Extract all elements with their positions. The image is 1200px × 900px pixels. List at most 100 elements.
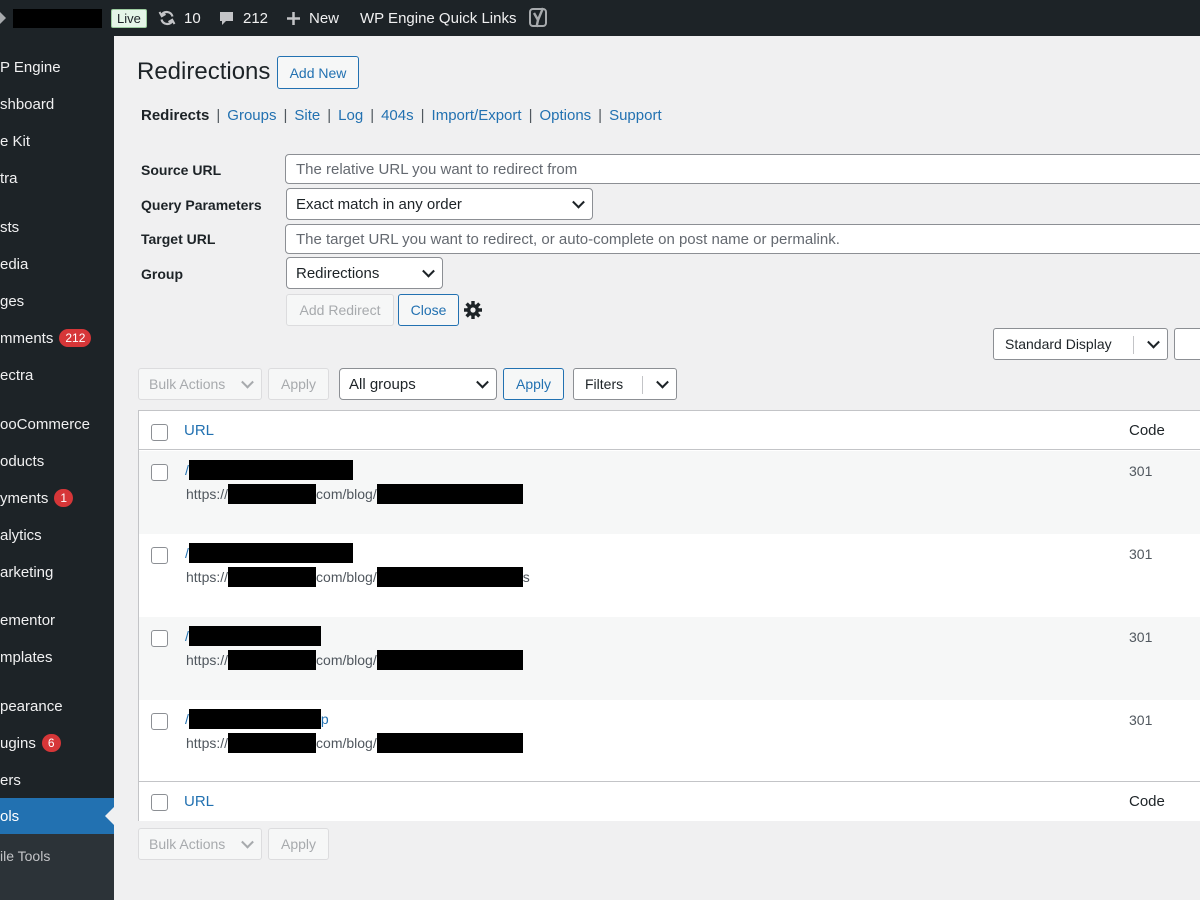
source-url-link[interactable]: / [185,543,353,563]
plugins-count-badge: 6 [41,734,61,752]
comments-menu[interactable]: 212 [218,0,268,36]
target-url-text: https://com/blog/ [186,650,523,670]
table-row[interactable]: / https://com/blog/ 301 [139,617,1200,700]
filter-apply-button[interactable]: Apply [503,368,564,400]
sidebar-item-products[interactable]: oducts [0,443,114,479]
subnav-groups[interactable]: Groups [227,107,276,124]
close-button[interactable]: Close [398,294,459,326]
column-code-footer: Code [1129,793,1165,810]
plus-icon [287,11,300,25]
source-url-link[interactable]: / p [185,709,329,729]
live-badge[interactable]: Live [111,0,147,36]
chevron-down-icon [476,375,489,389]
yoast-icon[interactable] [529,0,549,36]
row-checkbox[interactable] [151,713,168,730]
sidebar-item-woocommerce[interactable]: ooCommerce [0,406,114,442]
sidebar-item-plugins[interactable]: ugins 6 [0,725,114,761]
sidebar-item-elementor[interactable]: ementor [0,602,114,638]
target-url-input[interactable]: The target URL you want to redirect, or … [285,224,1200,254]
subnav-site[interactable]: Site [294,107,320,124]
target-url-text: https://com/blog/s [186,567,530,587]
redirect-code: 301 [1129,463,1153,479]
table-row[interactable]: / p https://com/blog/ 301 [139,700,1200,783]
submenu-item-available-tools[interactable]: ile Tools [0,848,50,864]
sidebar-item-payments[interactable]: yments 1 [0,480,114,516]
redacted-block [188,626,321,646]
source-url-link[interactable]: / [185,626,321,646]
page-title: Redirections [137,58,271,85]
redirect-code: 301 [1129,629,1153,645]
admin-sidebar: P Engine shboard e Kit tra sts edia ges … [0,36,114,900]
subnav-redirects[interactable]: Redirects [141,107,209,124]
wp-engine-quick-links[interactable]: WP Engine Quick Links [360,0,516,36]
sidebar-item-wp-engine[interactable]: P Engine [0,49,114,85]
source-url-link[interactable]: / [185,460,353,480]
sidebar-item-tools[interactable]: ols [0,798,114,834]
comment-bubble-icon [220,11,233,25]
subnav-404s[interactable]: 404s [381,107,414,124]
sidebar-item-analytics[interactable]: alytics [0,517,114,553]
new-content-menu[interactable]: New [286,0,339,36]
bulk-apply-button-bottom[interactable]: Apply [268,828,329,860]
current-menu-arrow [105,807,114,825]
chevron-down-icon [572,195,585,209]
groups-filter-select[interactable]: All groups [339,368,497,400]
redacted-block [376,650,523,670]
table-row[interactable]: / https://com/blog/ 301 [139,451,1200,534]
sidebar-item-users[interactable]: ers [0,762,114,798]
sidebar-item-comments[interactable]: mments 212 [0,320,114,356]
updates-menu[interactable]: 10 [158,0,201,36]
redacted-block [188,709,321,729]
sidebar-item-dashboard[interactable]: shboard [0,86,114,122]
redacted-block [228,484,317,504]
display-options-button[interactable] [1174,328,1200,360]
admin-bar: Live 10 212 New WP Engine Quick Links [0,0,1200,36]
table-footer: URL Code [139,781,1200,821]
bulk-actions-select-top[interactable]: Bulk Actions [138,368,262,400]
sidebar-item-appearance[interactable]: pearance [0,688,114,724]
redacted-block [376,567,523,587]
sidebar-item-media[interactable]: edia [0,246,114,282]
sidebar-item-posts[interactable]: sts [0,209,114,245]
sidebar-item-marketing[interactable]: arketing [0,554,114,590]
bulk-apply-button-top[interactable]: Apply [268,368,329,400]
table-row[interactable]: / https://com/blog/s 301 [139,534,1200,617]
select-all-checkbox[interactable] [151,424,168,441]
sidebar-item-spectra[interactable]: ectra [0,357,114,393]
subnav-log[interactable]: Log [338,107,363,124]
gear-icon[interactable] [463,300,483,325]
sidebar-item-astra[interactable]: tra [0,160,114,196]
group-select[interactable]: Redirections [286,257,443,289]
sidebar-item-site-kit[interactable]: e Kit [0,123,114,159]
bulk-actions-select-bottom[interactable]: Bulk Actions [138,828,262,860]
column-code-header: Code [1129,422,1165,439]
chevron-down-icon [241,375,254,389]
comments-count-badge: 212 [59,329,92,347]
chevron-down-icon [1147,335,1160,349]
column-url-header[interactable]: URL [184,422,214,439]
subnav-support[interactable]: Support [609,107,662,124]
query-parameters-select[interactable]: Exact match in any order [286,188,593,220]
redacted-block [188,543,353,563]
target-url-label: Target URL [141,231,216,247]
display-select[interactable]: Standard Display [993,328,1168,360]
subnav-import-export[interactable]: Import/Export [432,107,522,124]
site-name[interactable] [13,0,102,36]
filters-button[interactable]: Filters [573,368,677,400]
target-url-text: https://com/blog/ [186,484,523,504]
row-checkbox[interactable] [151,464,168,481]
row-checkbox[interactable] [151,630,168,647]
sidebar-item-templates[interactable]: mplates [0,639,114,675]
select-all-checkbox-footer[interactable] [151,794,168,811]
add-new-button[interactable]: Add New [277,56,359,89]
source-url-label: Source URL [141,162,222,178]
sidebar-item-pages[interactable]: ges [0,283,114,319]
tools-submenu: ile Tools [0,834,114,900]
source-url-input[interactable]: The relative URL you want to redirect fr… [285,154,1200,184]
payments-count-badge: 1 [54,489,74,507]
row-checkbox[interactable] [151,547,168,564]
wp-logo-icon[interactable] [0,0,8,36]
column-url-footer[interactable]: URL [184,793,214,810]
add-redirect-button[interactable]: Add Redirect [286,294,394,326]
subnav-options[interactable]: Options [539,107,591,124]
